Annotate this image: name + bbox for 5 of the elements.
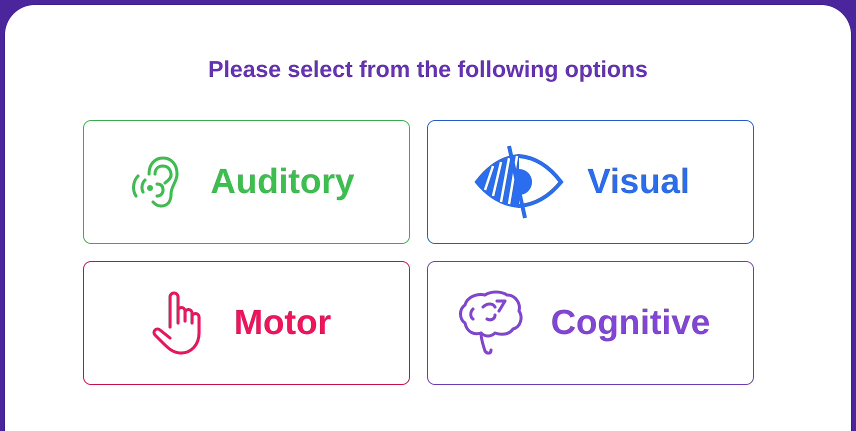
option-button[interactable]: Visual <box>427 120 754 244</box>
option-button[interactable]: Motor <box>83 261 410 385</box>
dialog-heading: Please select from the following options <box>208 55 648 83</box>
option-button[interactable]: Auditory <box>83 120 410 244</box>
option-button[interactable]: Cognitive <box>427 261 754 385</box>
